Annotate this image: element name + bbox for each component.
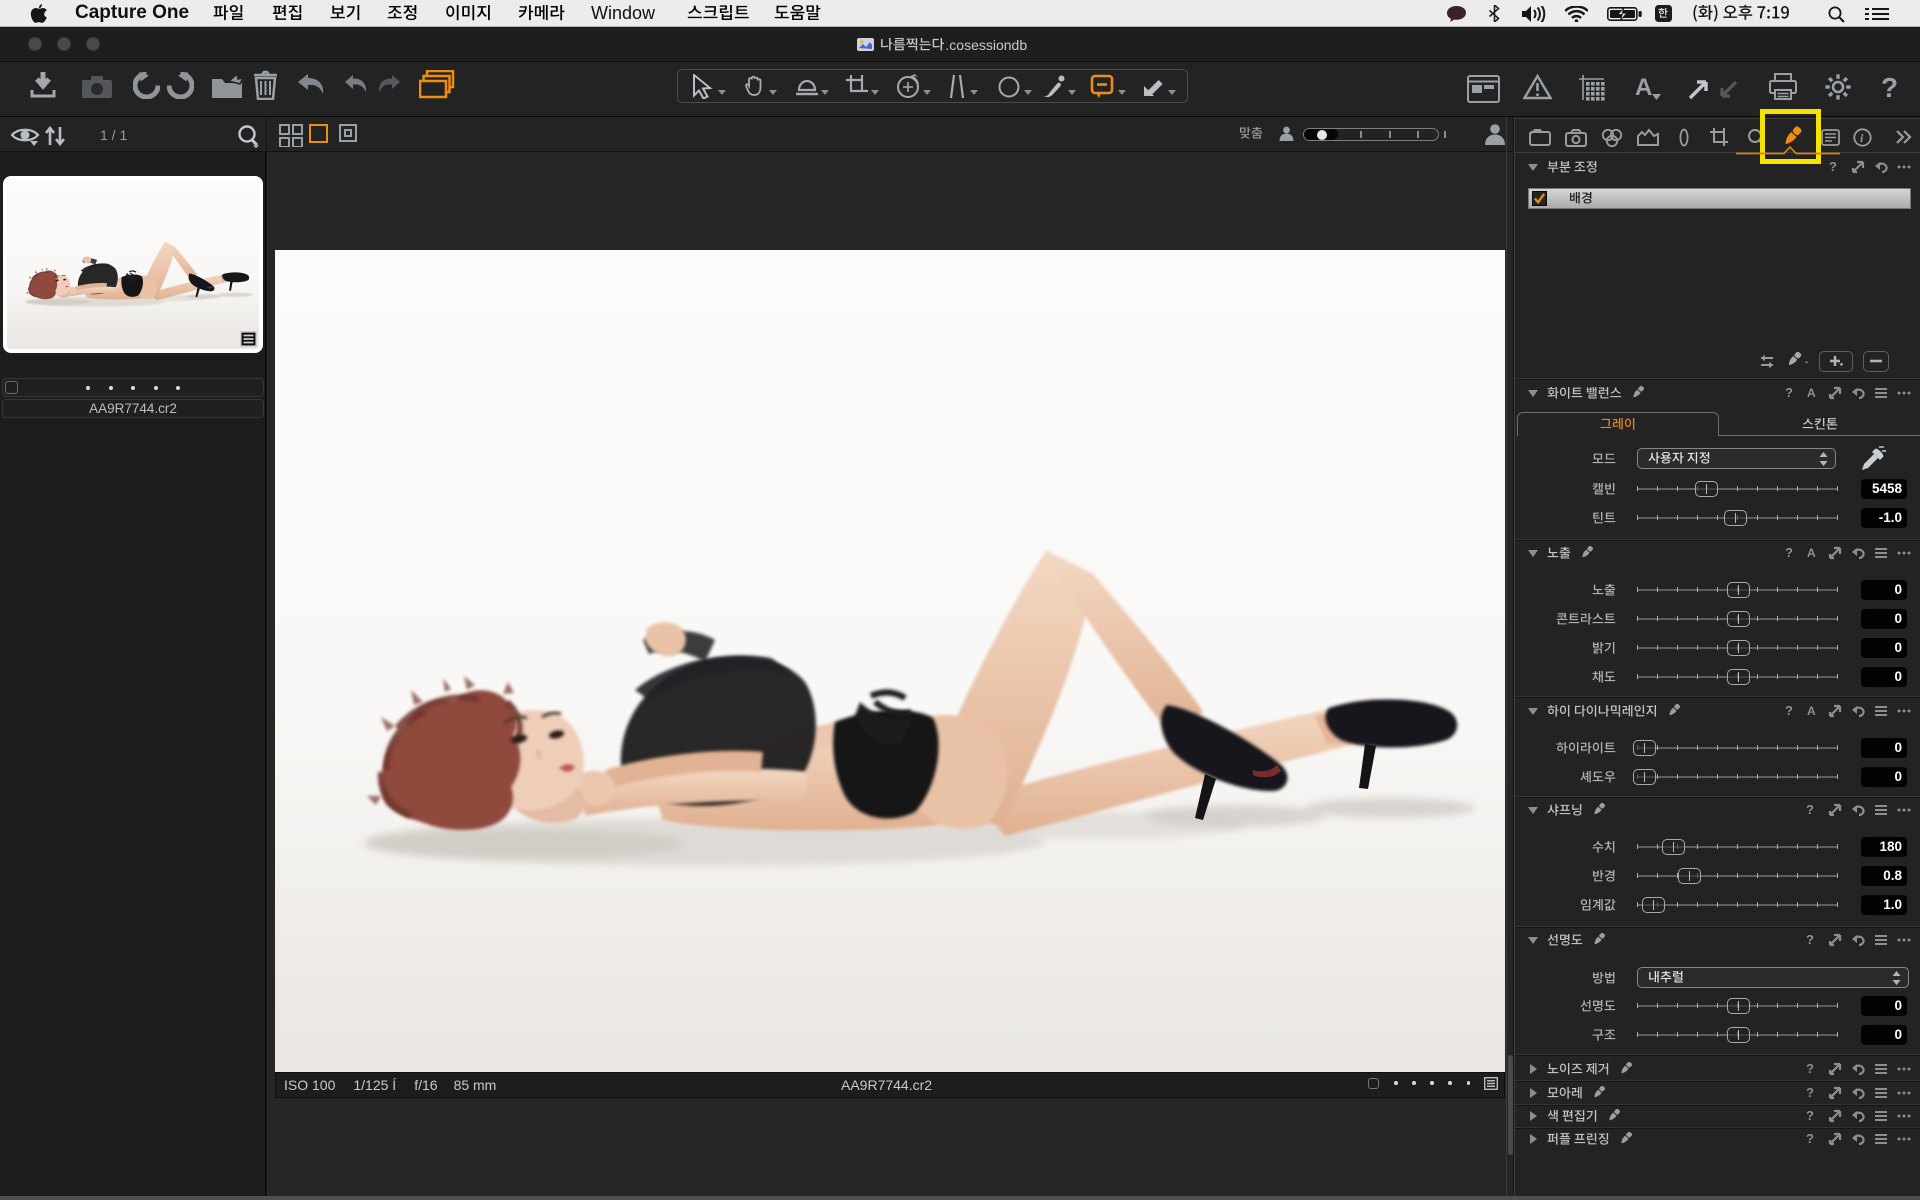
- svg-text:i: i: [1860, 131, 1864, 145]
- svg-text:A: A: [1635, 76, 1652, 100]
- svg-text:?: ?: [1806, 1132, 1814, 1146]
- svg-text:?: ?: [1785, 386, 1793, 400]
- svg-text:A: A: [1807, 546, 1816, 560]
- svg-text:?: ?: [1785, 546, 1793, 560]
- svg-text:A: A: [1807, 386, 1816, 400]
- svg-text:?: ?: [1829, 160, 1837, 174]
- svg-text:A: A: [1807, 704, 1816, 718]
- svg-text:?: ?: [1806, 1086, 1814, 1100]
- svg-text:?: ?: [1806, 933, 1814, 947]
- svg-text:?: ?: [1806, 1062, 1814, 1076]
- svg-text:?: ?: [1806, 803, 1814, 817]
- svg-text:?: ?: [1785, 704, 1793, 718]
- svg-text:?: ?: [1806, 1109, 1814, 1123]
- svg-text:?: ?: [1881, 74, 1898, 101]
